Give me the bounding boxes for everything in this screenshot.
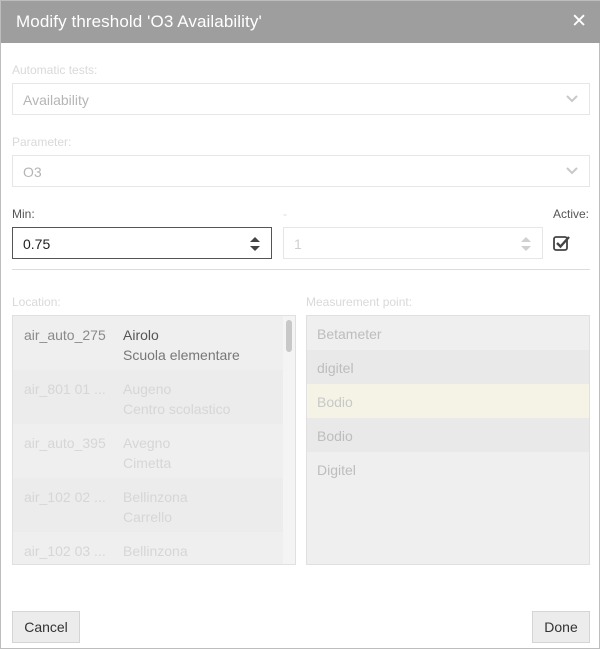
location-sub: Carrello [123,509,173,525]
location-name: Bellinzona [123,543,188,559]
cancel-button[interactable]: Cancel [12,611,80,643]
location-id: air_auto_275 [24,327,106,343]
parameter-label: Parameter: [12,135,72,149]
active-label: Active: [553,207,590,221]
measurement-item-label: Digitel [317,462,356,478]
measurement-point-label: Measurement point: [306,295,413,309]
dialog-title: Modify threshold 'O3 Availability' [16,12,262,31]
location-item[interactable]: air_102 03 ... Bellinzona [13,532,283,564]
automatic-tests-select[interactable]: Availability [12,83,590,115]
measurement-point-list[interactable]: Betameter digitel Bodio Bodio Digitel [306,315,590,565]
location-id: air_102 02 ... [24,489,106,505]
close-icon[interactable]: ✕ [571,12,587,32]
location-item[interactable]: air_801 01 ... Augeno Centro scolastico [13,370,283,424]
parameter-select[interactable]: O3 [12,155,590,187]
location-item[interactable]: air_auto_395 Avegno Cimetta [13,424,283,478]
measurement-item-label: Bodio [317,428,353,444]
max-value: 1 [294,236,302,252]
measurement-item-label: digitel [317,360,354,376]
measurement-item[interactable]: Bodio [307,384,589,418]
scrollbar-thumb[interactable] [286,320,292,352]
modify-threshold-dialog: Modify threshold 'O3 Availability' ✕ Aut… [0,0,600,649]
done-button[interactable]: Done [532,611,590,643]
location-id: air_auto_395 [24,435,106,451]
measurement-item[interactable]: digitel [307,350,589,384]
location-sub: Scuola elementare [123,347,240,363]
automatic-tests-value: Availability [23,92,89,108]
max-label: - [283,207,287,221]
active-checkbox-icon[interactable] [553,235,571,251]
measurement-item[interactable]: Betameter [307,316,589,350]
chevron-down-icon [566,167,578,175]
measurement-item-label: Bodio [317,394,353,410]
location-scrollbar[interactable] [283,316,295,564]
parameter-value: O3 [23,164,42,180]
location-id: air_102 03 ... [24,543,106,559]
location-id: air_801 01 ... [24,381,106,397]
location-label: Location: [12,295,61,309]
spinner-arrows-icon[interactable] [249,235,261,253]
location-name: Avegno [123,435,171,451]
min-value: 0.75 [23,236,51,252]
location-item[interactable]: air_auto_275 Airolo Scuola elementare [13,316,283,370]
location-name: Augeno [123,381,172,397]
location-name: Airolo [123,327,159,343]
measurement-item[interactable]: Digitel [307,452,589,486]
spinner-arrows-icon[interactable] [520,235,532,253]
automatic-tests-label: Automatic tests: [12,63,98,77]
location-item[interactable]: air_102 02 ... Bellinzona Carrello [13,478,283,532]
location-name: Bellinzona [123,489,188,505]
min-label: Min: [12,207,35,221]
min-input[interactable]: 0.75 [12,227,272,259]
measurement-item[interactable]: Bodio [307,418,589,452]
chevron-down-icon [566,95,578,103]
dialog-titlebar: Modify threshold 'O3 Availability' ✕ [1,1,600,43]
location-sub: Cimetta [123,455,172,471]
max-input[interactable]: 1 [283,227,543,259]
measurement-item-label: Betameter [317,326,382,342]
divider [12,269,590,270]
location-sub: Centro scolastico [123,401,231,417]
location-list[interactable]: air_auto_275 Airolo Scuola elementare ai… [12,315,296,565]
